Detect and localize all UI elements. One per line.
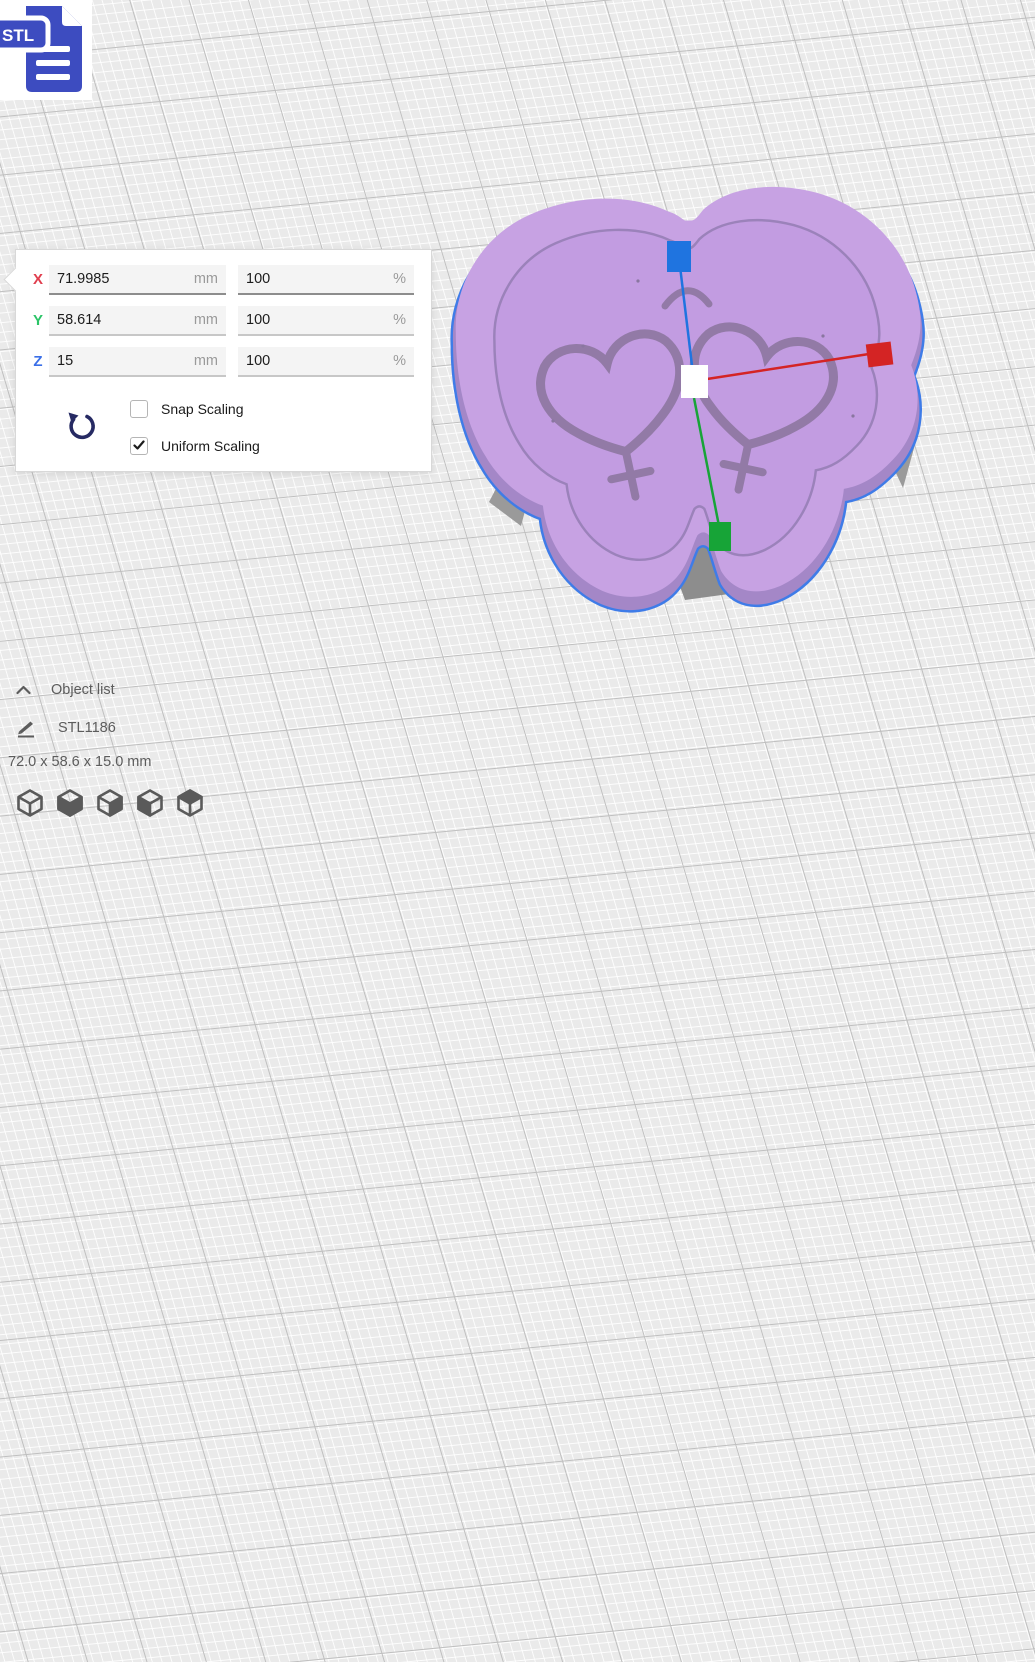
object-name: STL1186 [58, 720, 116, 736]
gizmo-center-handle[interactable] [681, 365, 708, 398]
camera-view-toolbar [16, 788, 204, 818]
x-percent-field[interactable]: % [238, 265, 414, 295]
top-view-icon [96, 788, 124, 818]
view-3d-button[interactable] [16, 788, 44, 818]
right-view-icon [176, 788, 204, 818]
x-size-input[interactable] [57, 271, 188, 287]
scale-row-x: X mm % [16, 265, 431, 295]
x-size-unit: mm [194, 271, 218, 287]
scale-row-y: Y mm % [16, 306, 431, 336]
x-percent-input[interactable] [246, 271, 387, 287]
snap-scaling-option: Snap Scaling [130, 399, 244, 418]
gizmo-y-handle[interactable] [709, 522, 731, 551]
reset-scale-button[interactable] [63, 410, 97, 444]
scale-row-z: Z mm % [16, 347, 431, 377]
view-top-button[interactable] [96, 788, 124, 818]
gizmo-x-handle[interactable] [866, 341, 894, 367]
viewport-3d-model[interactable] [433, 186, 943, 626]
object-list-title: Object list [51, 682, 115, 698]
y-percent-input[interactable] [246, 312, 387, 328]
stl-file-icon: STL [0, 0, 92, 100]
y-percent-unit: % [393, 312, 406, 328]
y-size-field[interactable]: mm [49, 306, 226, 336]
snap-scaling-checkbox[interactable] [130, 400, 148, 418]
z-size-field[interactable]: mm [49, 347, 226, 377]
y-size-input[interactable] [57, 312, 188, 328]
z-percent-input[interactable] [246, 353, 387, 369]
z-size-unit: mm [194, 353, 218, 369]
pencil-icon [16, 718, 37, 738]
stl-badge: STL [0, 18, 48, 50]
z-percent-unit: % [393, 353, 406, 369]
view-left-button[interactable] [136, 788, 164, 818]
x-percent-unit: % [393, 271, 406, 287]
x-size-field[interactable]: mm [49, 265, 226, 295]
object-dimensions: 72.0 x 58.6 x 15.0 mm [8, 754, 151, 770]
z-size-input[interactable] [57, 353, 188, 369]
view-front-button[interactable] [56, 788, 84, 818]
object-list-header[interactable]: Object list [16, 682, 115, 698]
3d-view-icon [16, 788, 44, 818]
axis-x-label: X [28, 271, 48, 288]
scale-tool-panel: X mm % Y mm % Z mm % [15, 249, 432, 472]
y-size-unit: mm [194, 312, 218, 328]
reset-scale-icon [63, 410, 97, 444]
axis-y-label: Y [28, 312, 48, 329]
uniform-scaling-checkbox[interactable] [130, 437, 148, 455]
axis-z-label: Z [28, 353, 48, 370]
front-view-icon [56, 788, 84, 818]
uniform-scaling-label: Uniform Scaling [161, 438, 260, 454]
checkmark-icon [133, 440, 145, 451]
uniform-scaling-option: Uniform Scaling [130, 436, 260, 455]
view-right-button[interactable] [176, 788, 204, 818]
left-view-icon [136, 788, 164, 818]
object-list-item[interactable]: STL1186 [16, 718, 116, 738]
gizmo-z-handle[interactable] [667, 241, 691, 272]
chevron-up-icon [16, 685, 31, 695]
z-percent-field[interactable]: % [238, 347, 414, 377]
snap-scaling-label: Snap Scaling [161, 401, 244, 417]
y-percent-field[interactable]: % [238, 306, 414, 336]
svg-text:STL: STL [2, 26, 34, 45]
